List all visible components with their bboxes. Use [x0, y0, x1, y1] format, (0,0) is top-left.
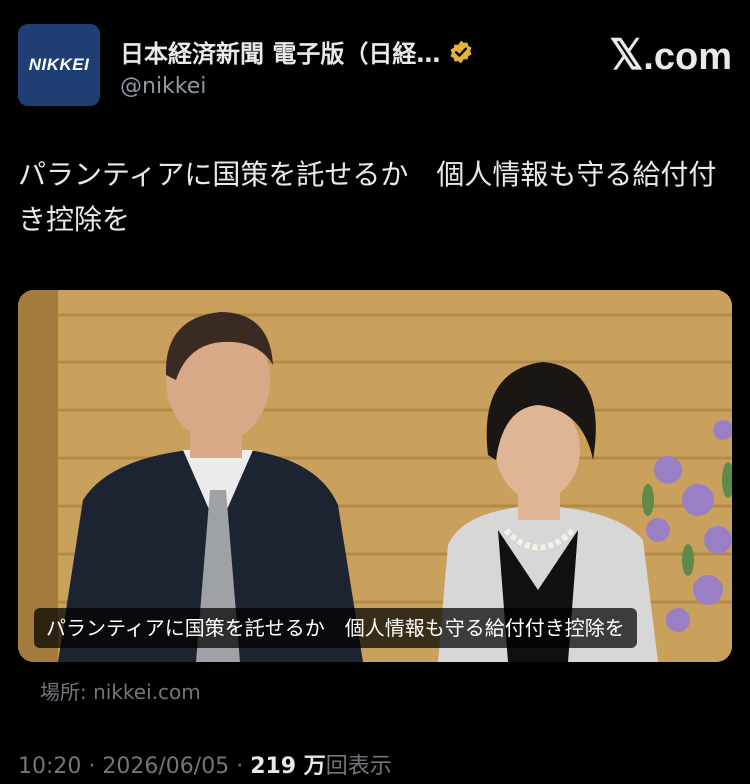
source-prefix: 場所:	[40, 680, 94, 704]
tweet-text: パランティアに国策を託せるか 個人情報も守る給付付き控除を	[18, 158, 717, 236]
views-label: 回表示	[325, 754, 392, 779]
tweet-header: NIKKEI 日本経済新聞 電子版（日経… @nikkei 𝕏.com	[18, 24, 732, 110]
display-name[interactable]: 日本経済新聞 電子版（日経…	[120, 34, 440, 69]
avatar[interactable]: NIKKEI	[18, 24, 100, 106]
tweet-date[interactable]: 2026/06/05	[102, 754, 229, 779]
link-card[interactable]: パランティアに国策を託せるか 個人情報も守る給付付き控除を	[18, 290, 732, 662]
x-logo[interactable]: 𝕏.com	[609, 30, 732, 79]
verified-badge-icon[interactable]	[448, 39, 474, 65]
x-logo-suffix: .com	[643, 36, 732, 78]
card-source[interactable]: 場所: nikkei.com	[40, 676, 201, 705]
meta-separator: ·	[81, 754, 103, 779]
name-row: 日本経済新聞 電子版（日経…	[120, 34, 474, 69]
source-domain: nikkei.com	[93, 680, 201, 704]
tweet-time[interactable]: 10:20	[18, 754, 81, 779]
views-count: 219 万	[250, 754, 326, 779]
meta-separator: ·	[229, 754, 251, 779]
avatar-logo-text: NIKKEI	[28, 55, 90, 74]
x-logo-icon: 𝕏	[609, 31, 644, 78]
card-caption: パランティアに国策を託せるか 個人情報も守る給付付き控除を	[34, 608, 637, 648]
account-handle[interactable]: @nikkei	[120, 74, 206, 99]
tweet-meta: 10:20 · 2026/06/05 · 219 万回表示	[18, 748, 392, 780]
card-photo	[18, 290, 732, 662]
